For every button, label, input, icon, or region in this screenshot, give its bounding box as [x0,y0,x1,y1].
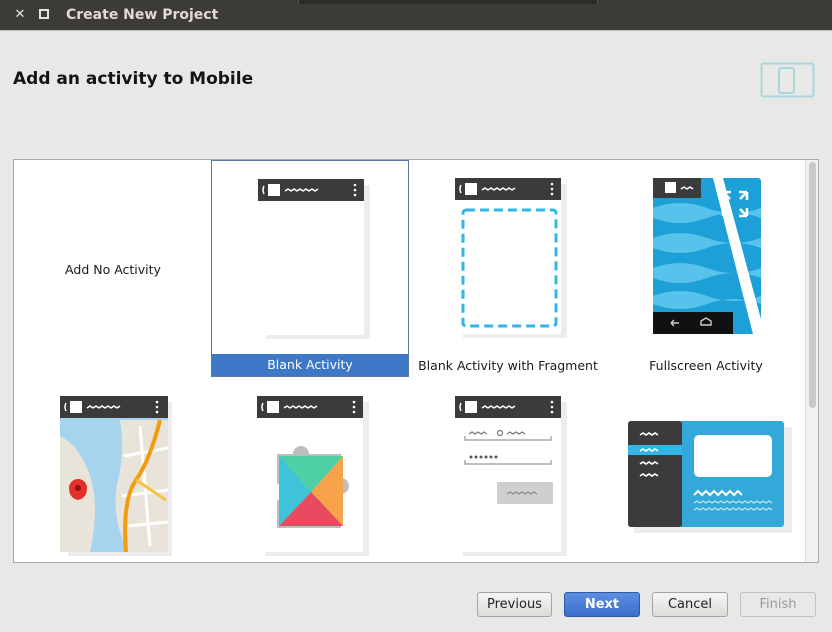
tile-blank-activity[interactable]: Blank Activity [211,160,409,377]
tile-label: Blank Activity [212,354,408,376]
login-activity-icon [455,396,567,556]
tile-master-detail-flow[interactable] [607,378,805,562]
background-window-edge [298,0,598,4]
previous-button[interactable]: Previous [477,592,552,617]
maps-activity-icon [60,396,172,556]
next-button-label: Next [584,597,620,612]
close-icon: ✕ [14,6,26,22]
tile-fullscreen-activity[interactable]: Fullscreen Activity [607,160,805,377]
blank-activity-icon [258,179,370,339]
tile-label: Blank Activity with Fragment [418,358,598,373]
tile-play-services-activity[interactable] [211,378,409,562]
minimize-icon [39,9,49,19]
tile-maps-activity[interactable] [14,378,212,562]
previous-button-label: Previous [487,597,542,612]
close-window-button[interactable]: ✕ [12,6,28,22]
tile-login-activity[interactable] [409,378,607,562]
wizard-header: Add an activity to Mobile [0,30,832,146]
minimize-window-button[interactable] [36,6,52,22]
master-detail-flow-icon [628,421,792,533]
finish-button-label: Finish [759,597,797,612]
page-title: Add an activity to Mobile [13,69,254,89]
cancel-button[interactable]: Cancel [652,592,728,617]
tile-label: Fullscreen Activity [649,358,763,373]
tile-label: Add No Activity [65,262,161,277]
mobile-tablet-icon [760,62,815,98]
next-button[interactable]: Next [564,592,640,617]
window-title: Create New Project [66,7,219,23]
play-services-activity-icon [257,396,369,556]
scrollbar-thumb[interactable] [809,162,816,408]
fullscreen-activity-icon [653,178,765,334]
cancel-button-label: Cancel [667,597,713,612]
fragment-activity-icon [455,178,567,338]
window-titlebar: ✕ Create New Project [0,0,832,30]
tile-add-no-activity[interactable]: Add No Activity [14,160,212,377]
finish-button: Finish [740,592,816,617]
gallery-scrollbar[interactable] [805,160,818,562]
activity-gallery[interactable]: Add No Activity Blank Activity Blank Act… [13,159,819,563]
tile-blank-activity-fragment[interactable]: Blank Activity with Fragment [409,160,607,377]
